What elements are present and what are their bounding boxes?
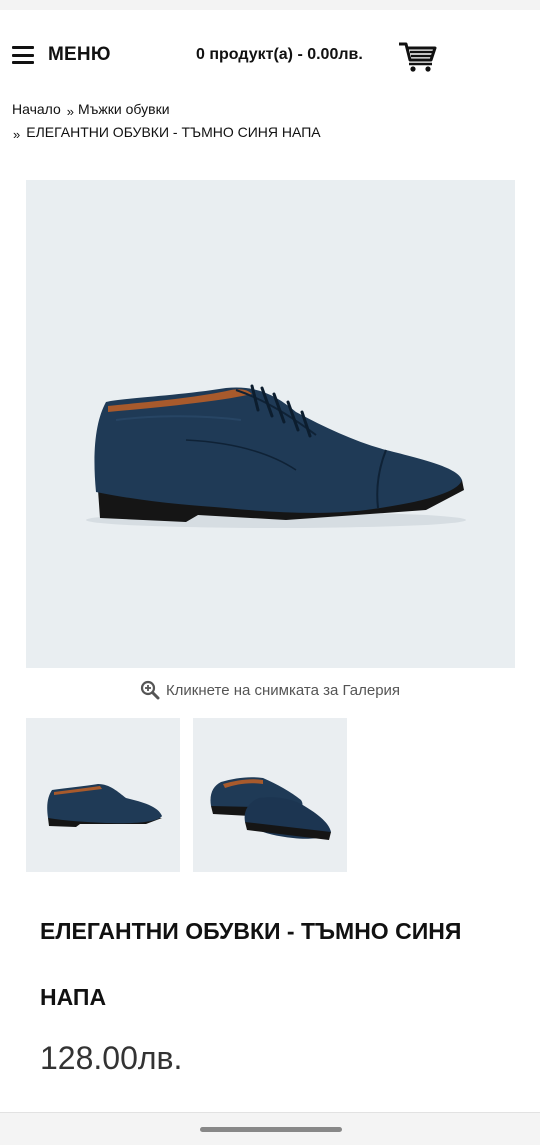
product-thumbnail[interactable] xyxy=(193,718,347,872)
cart-summary[interactable]: 0 продукт(а) - 0.00лв. xyxy=(196,46,363,64)
shoe-thumbnail-pair-image xyxy=(210,777,331,840)
shoe-thumbnail-side-image xyxy=(47,784,162,827)
breadcrumb: Начало» Мъжки обувки » ЕЛЕГАНТНИ ОБУВКИ - … xyxy=(12,98,532,144)
product-price: 128.00лв. xyxy=(40,1040,183,1076)
product-thumbnail[interactable] xyxy=(26,718,180,872)
breadcrumb-separator: » xyxy=(13,127,21,142)
breadcrumb-current: ЕЛЕГАНТНИ ОБУВКИ - ТЪМНО СИНЯ НАПА xyxy=(26,124,321,140)
header: МЕНЮ 0 продукт(а) - 0.00лв. xyxy=(0,30,540,80)
breadcrumb-separator: » xyxy=(66,104,75,119)
menu-button[interactable]: МЕНЮ xyxy=(12,42,111,68)
hamburger-icon xyxy=(12,46,34,64)
top-strip xyxy=(0,0,540,10)
gallery-hint-text: Кликнете на снимката за Галерия xyxy=(165,681,401,699)
gallery-hint[interactable]: Кликнете на снимката за Галерия xyxy=(0,680,540,700)
product-title-line: ЕЛЕГАНТНИ ОБУВКИ - ТЪМНО СИНЯ xyxy=(40,918,462,944)
home-indicator[interactable] xyxy=(200,1127,342,1132)
breadcrumb-category[interactable]: Мъжки обувки xyxy=(78,101,170,117)
zoom-in-icon xyxy=(140,680,160,700)
product-title-line: НАПА xyxy=(40,984,107,1010)
product-title: ЕЛЕГАНТНИ ОБУВКИ - ТЪМНО СИНЯ НАПА xyxy=(40,898,510,1030)
breadcrumb-home[interactable]: Начало xyxy=(12,101,61,117)
menu-label: МЕНЮ xyxy=(48,44,111,65)
product-main-image[interactable] xyxy=(26,180,515,668)
system-navigation-bar xyxy=(0,1112,540,1145)
shoe-side-image xyxy=(86,384,466,528)
cart-icon[interactable] xyxy=(398,40,438,72)
